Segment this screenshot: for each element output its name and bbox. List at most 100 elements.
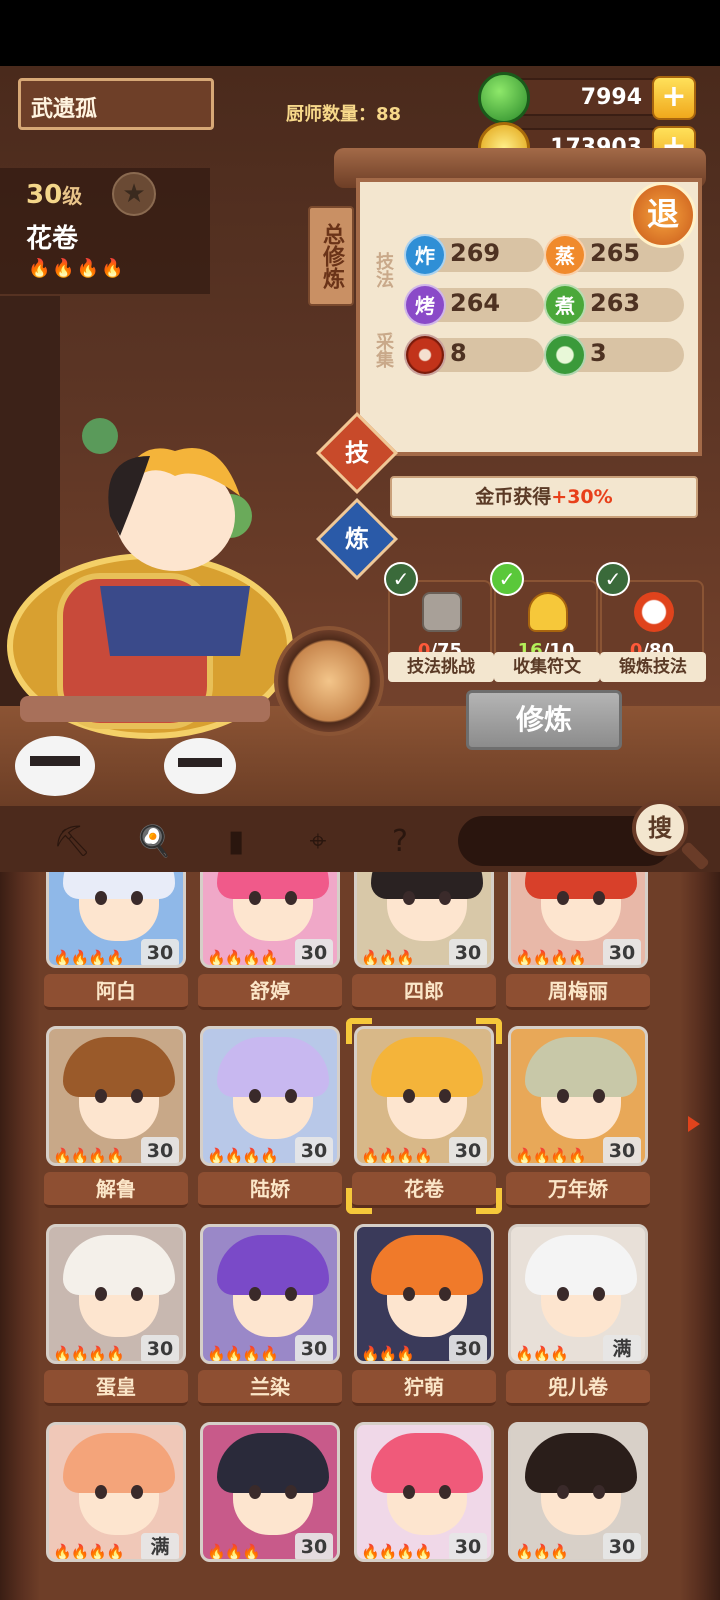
chef-hair: [63, 872, 175, 899]
stat-vegetable-value: 3: [590, 339, 607, 367]
chef-card-name: 舒婷: [198, 974, 342, 1010]
chef-card-name: 兰染: [198, 1370, 342, 1406]
chef-card[interactable]: 🔥🔥🔥🔥 30 解鲁: [44, 1026, 188, 1208]
chef-eye: [131, 1485, 143, 1499]
exit-button[interactable]: 退: [630, 182, 696, 248]
chef-avatar: 🔥🔥🔥 30: [354, 1224, 494, 1364]
chef-rarity-flames: 🔥🔥🔥🔥: [207, 949, 279, 967]
chef-name: 花卷: [26, 224, 79, 254]
shovel-icon[interactable]: ⛏: [52, 822, 92, 862]
check-icon: ✓: [490, 562, 524, 596]
gold-bonus-label: 金币获得: [475, 486, 552, 508]
add-jade-button[interactable]: +: [652, 76, 696, 120]
chef-eye: [285, 891, 297, 905]
chef-level-badge: 30: [295, 1137, 333, 1163]
chef-eye: [439, 1287, 451, 1301]
chef-level-badge: 满: [141, 1533, 179, 1559]
search-button[interactable]: 搜: [632, 800, 688, 856]
scroll-right-arrow-icon[interactable]: [688, 1116, 700, 1132]
chef-card[interactable]: 🔥🔥🔥 30: [508, 1422, 648, 1600]
chef-card[interactable]: 🔥🔥🔥🔥 30 舒婷: [198, 872, 342, 1010]
chef-eye: [439, 891, 451, 905]
chef-level: 30级: [26, 180, 82, 210]
chef-hair: [63, 1235, 175, 1295]
gold-bonus-banner: 金币获得+30%: [390, 476, 698, 518]
chef-avatar: 🔥🔥🔥🔥 30: [46, 872, 186, 968]
chef-avatar: 🔥🔥🔥 满: [508, 1224, 648, 1364]
chef-avatar: 🔥🔥🔥 30: [354, 872, 494, 968]
chef-count-value: 88: [376, 104, 402, 125]
favorite-star-icon[interactable]: ★: [112, 172, 156, 216]
chef-eye: [557, 1287, 569, 1301]
chef-level-badge: 30: [295, 939, 333, 965]
chef-level-badge: 30: [449, 1335, 487, 1361]
chef-eye: [439, 1485, 451, 1499]
jade-value: 7994: [580, 85, 642, 110]
chef-card[interactable]: 🔥🔥🔥🔥 30 阿白: [44, 872, 188, 1010]
chef-eye: [285, 1485, 297, 1499]
chef-eye: [249, 891, 261, 905]
chef-rarity-flames: 🔥🔥🔥🔥: [515, 949, 587, 967]
chef-rarity-flames: 🔥🔥🔥🔥: [53, 1543, 125, 1561]
stat-boil: 煮 263: [544, 284, 684, 326]
chef-card-name: 解鲁: [44, 1172, 188, 1208]
chef-eye: [593, 891, 605, 905]
chef-hair: [63, 1037, 175, 1097]
chef-avatar: 🔥🔥🔥🔥 30: [200, 872, 340, 968]
chef-level-unit: 级: [62, 184, 83, 208]
chef-eye: [131, 1089, 143, 1103]
chef-avatar: 🔥🔥🔥🔥 30: [46, 1026, 186, 1166]
chef-card[interactable]: 🔥🔥🔥🔥 满: [46, 1422, 186, 1600]
alarm-clock-icon: [634, 592, 674, 632]
chef-card-name: 周梅丽: [506, 974, 650, 1010]
chef-level-badge: 30: [449, 1533, 487, 1559]
task-skill-challenge-label: 技法挑战: [388, 652, 494, 682]
chef-card-name: 万年娇: [506, 1172, 650, 1208]
chef-card[interactable]: 🔥🔥🔥🔥 30 周梅丽: [506, 872, 650, 1010]
chef-card[interactable]: 🔥🔥🔥🔥 30 陆娇: [198, 1026, 342, 1208]
signature-dish[interactable]: [274, 626, 384, 736]
chef-card-name: 陆娇: [198, 1172, 342, 1208]
chef-eye: [95, 891, 107, 905]
chef-card[interactable]: 🔥🔥🔥🔥 30 蛋皇: [44, 1224, 188, 1406]
chef-level-badge: 30: [603, 1533, 641, 1559]
stat-roast-value: 264: [450, 289, 501, 317]
chef-eye: [131, 891, 143, 905]
chef-card[interactable]: 🔥🔥🔥 满兜儿卷: [506, 1224, 650, 1406]
player-name[interactable]: 武遗孤: [18, 78, 214, 130]
chef-rarity-flames: 🔥🔥🔥: [207, 1543, 261, 1561]
chef-rarity-flames: 🔥🔥🔥: [361, 1345, 415, 1363]
train-button[interactable]: 修炼: [466, 690, 622, 750]
stat-boil-badge: 煮: [544, 284, 586, 326]
chef-card[interactable]: 🔥🔥🔥 30: [200, 1422, 340, 1600]
chef-rarity-flames: 🔥🔥🔥: [515, 1543, 569, 1561]
chef-rarity-flames: 🔥🔥🔥🔥: [361, 1147, 433, 1165]
chef-portrait[interactable]: [0, 396, 320, 796]
map-pin-icon[interactable]: ⌖: [298, 822, 338, 862]
chef-card-name: 阿白: [44, 974, 188, 1010]
quest-map-icon[interactable]: ?: [380, 822, 420, 862]
stat-steam-badge: 蒸: [544, 234, 586, 276]
chef-card[interactable]: 🔥🔥🔥🔥 30 花卷: [346, 1018, 502, 1214]
chef-avatar: 🔥🔥🔥 30: [200, 1422, 340, 1562]
chef-card[interactable]: 🔥🔥🔥🔥 30 兰染: [198, 1224, 342, 1406]
chef-avatar: 🔥🔥🔥🔥 30: [508, 1026, 648, 1166]
wok-icon[interactable]: 🍳: [134, 822, 174, 862]
chef-hair: [371, 1433, 483, 1493]
chef-card-name: 花卷: [352, 1172, 496, 1208]
chef-rarity-flames: 🔥🔥🔥🔥: [53, 949, 125, 967]
jar-icon[interactable]: ▮: [216, 822, 256, 862]
chef-avatar: 🔥🔥🔥🔥 30: [354, 1422, 494, 1562]
chef-hair: [217, 1037, 329, 1097]
chef-card[interactable]: 🔥🔥🔥 30 狞萌: [352, 1224, 496, 1406]
chef-card[interactable]: 🔥🔥🔥🔥 30: [354, 1422, 494, 1600]
chef-level-badge: 30: [603, 1137, 641, 1163]
chef-level-badge: 30: [449, 939, 487, 965]
chef-eye: [593, 1287, 605, 1301]
chef-avatar: 🔥🔥🔥🔥 满: [46, 1422, 186, 1562]
chef-card[interactable]: 🔥🔥🔥 30 四郎: [352, 872, 496, 1010]
chef-hair: [371, 1235, 483, 1295]
chef-level-badge: 30: [141, 939, 179, 965]
rune-icon: [528, 592, 568, 632]
chef-card[interactable]: 🔥🔥🔥🔥 30 万年娇: [506, 1026, 650, 1208]
